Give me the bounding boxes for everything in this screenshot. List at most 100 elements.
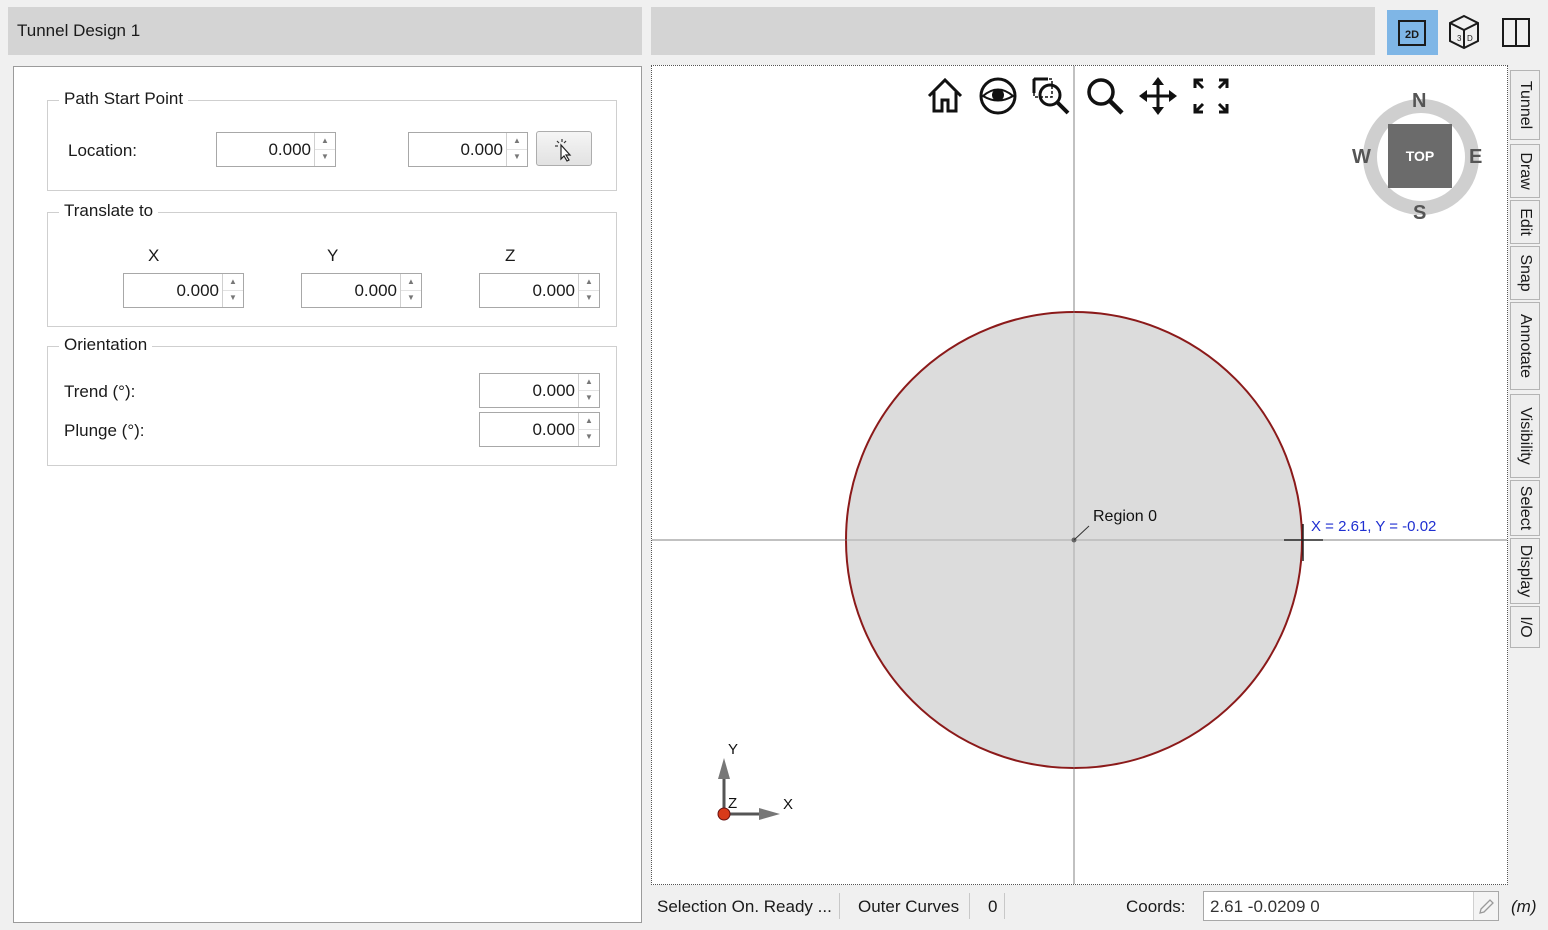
location-a-stepper[interactable]: 0.000 ▲ ▼ xyxy=(216,132,336,167)
tab-label: I/O xyxy=(1517,616,1534,638)
translate-x-value[interactable]: 0.000 xyxy=(176,281,219,301)
stepper-down-icon[interactable]: ▼ xyxy=(315,149,335,165)
tab-select[interactable]: Select xyxy=(1510,480,1540,536)
location-b-value[interactable]: 0.000 xyxy=(460,140,503,160)
location-b-stepper[interactable]: 0.000 ▲ ▼ xyxy=(408,132,528,167)
triad-y-label: Y xyxy=(728,741,738,758)
coords-value[interactable]: 2.61 -0.0209 0 xyxy=(1210,897,1320,917)
outer-curves-count: 0 xyxy=(988,897,998,916)
fit-extents-icon[interactable] xyxy=(1190,75,1232,117)
coords-field[interactable]: 2.61 -0.0209 0 xyxy=(1203,891,1499,921)
compass-east-label[interactable]: E xyxy=(1469,146,1482,169)
tab-label: Select xyxy=(1517,485,1534,531)
stepper-up-icon[interactable]: ▲ xyxy=(579,413,599,430)
pan-icon[interactable] xyxy=(1137,75,1179,117)
tab-display[interactable]: Display xyxy=(1510,538,1540,604)
split-view-icon xyxy=(1502,18,1530,47)
zoom-icon[interactable] xyxy=(1084,75,1126,117)
stepper-down-icon[interactable]: ▼ xyxy=(579,429,599,445)
stepper-down-icon[interactable]: ▼ xyxy=(401,290,421,306)
plunge-value[interactable]: 0.000 xyxy=(532,420,575,440)
view-compass[interactable]: TOP N S W E xyxy=(1352,88,1490,226)
outer-curves-label: Outer Curves xyxy=(858,897,960,916)
compass-top-button[interactable]: TOP xyxy=(1388,124,1452,188)
tab-draw[interactable]: Draw xyxy=(1510,144,1540,198)
translate-y-value[interactable]: 0.000 xyxy=(354,281,397,301)
svg-text:3: 3 xyxy=(1457,34,1462,43)
stepper-down-icon[interactable]: ▼ xyxy=(579,390,599,406)
svg-text:2D: 2D xyxy=(1405,29,1419,41)
location-a-value[interactable]: 0.000 xyxy=(268,140,311,160)
stepper-up-icon[interactable]: ▲ xyxy=(223,274,243,291)
tab-label: Edit xyxy=(1517,208,1534,236)
properties-panel: Path Start Point Location: 0.000 ▲ ▼ 0.0… xyxy=(13,66,642,923)
stepper-up-icon[interactable]: ▲ xyxy=(579,274,599,291)
tab-annotate[interactable]: Annotate xyxy=(1510,302,1540,390)
edit-coords-button[interactable] xyxy=(1473,892,1498,920)
translate-z-stepper[interactable]: 0.000 ▲ ▼ xyxy=(479,273,600,308)
view-2d-button[interactable]: 2D xyxy=(1387,10,1438,55)
group-legend: Path Start Point xyxy=(59,89,189,109)
pick-location-button[interactable] xyxy=(536,131,592,166)
tab-label: Snap xyxy=(1517,254,1534,292)
zoom-window-icon[interactable] xyxy=(1030,75,1072,117)
compass-west-label[interactable]: W xyxy=(1352,146,1371,169)
compass-south-label[interactable]: S xyxy=(1413,202,1426,225)
tab-label: Draw xyxy=(1517,152,1534,190)
x-label: X xyxy=(148,246,160,265)
axis-triad-icon: Y X Z xyxy=(717,741,793,821)
stepper-up-icon[interactable]: ▲ xyxy=(315,133,335,150)
status-bar: Selection On. Ready ... Outer Curves 0 C… xyxy=(651,887,1546,925)
tab-io[interactable]: I/O xyxy=(1510,606,1540,648)
y-label: Y xyxy=(327,246,339,265)
status-separator xyxy=(969,893,970,919)
z-label: Z xyxy=(505,246,516,265)
plunge-label: Plunge (°): xyxy=(64,421,145,440)
units-label: (m) xyxy=(1511,897,1537,916)
stepper-up-icon[interactable]: ▲ xyxy=(507,133,527,150)
3d-view-icon: 3 D xyxy=(1449,14,1479,50)
stepper-down-icon[interactable]: ▼ xyxy=(507,149,527,165)
triad-x-label: X xyxy=(783,796,793,813)
stepper-up-icon[interactable]: ▲ xyxy=(401,274,421,291)
stepper-down-icon[interactable]: ▼ xyxy=(223,290,243,306)
tab-edit[interactable]: Edit xyxy=(1510,200,1540,244)
stepper-down-icon[interactable]: ▼ xyxy=(579,290,599,306)
trend-value[interactable]: 0.000 xyxy=(532,381,575,401)
plunge-stepper[interactable]: 0.000 ▲ ▼ xyxy=(479,412,600,447)
tab-tunnel[interactable]: Tunnel xyxy=(1510,70,1540,140)
region-label: Region 0 xyxy=(1093,508,1157,525)
tab-visibility[interactable]: Visibility xyxy=(1510,394,1540,478)
cursor-readout: X = 2.61, Y = -0.02 xyxy=(1311,518,1436,535)
tab-label: Annotate xyxy=(1517,313,1534,379)
tab-label: Display xyxy=(1517,544,1534,598)
status-separator xyxy=(1004,893,1005,919)
group-legend: Translate to xyxy=(59,201,159,221)
group-legend: Orientation xyxy=(59,335,153,355)
drawing-viewport[interactable]: Region 0 X = 2.61, Y = -0.02 Y X Z TOP N… xyxy=(651,65,1508,885)
compass-north-label[interactable]: N xyxy=(1412,90,1426,113)
tab-snap[interactable]: Snap xyxy=(1510,246,1540,300)
status-separator xyxy=(839,893,840,919)
trend-label: Trend (°): xyxy=(64,382,136,401)
tab-label: Visibility xyxy=(1517,407,1534,465)
view-3d-button[interactable]: 3 D xyxy=(1440,10,1488,55)
coords-label: Coords: xyxy=(1126,897,1186,916)
translate-z-value[interactable]: 0.000 xyxy=(532,281,575,301)
document-title: Tunnel Design 1 xyxy=(17,21,141,40)
stepper-up-icon[interactable]: ▲ xyxy=(579,374,599,391)
split-view-button[interactable] xyxy=(1492,10,1540,55)
triad-z-label: Z xyxy=(728,795,737,812)
translate-x-stepper[interactable]: 0.000 ▲ ▼ xyxy=(123,273,244,308)
home-icon[interactable] xyxy=(924,75,966,117)
tab-label: Tunnel xyxy=(1517,80,1534,130)
eye-icon[interactable] xyxy=(977,75,1019,117)
location-label: Location: xyxy=(68,141,137,160)
translate-y-stepper[interactable]: 0.000 ▲ ▼ xyxy=(301,273,422,308)
status-message: Selection On. Ready ... xyxy=(657,897,832,916)
svg-text:D: D xyxy=(1467,34,1473,43)
cursor-pick-icon xyxy=(555,139,572,162)
trend-stepper[interactable]: 0.000 ▲ ▼ xyxy=(479,373,600,408)
2d-view-icon: 2D xyxy=(1398,20,1426,46)
side-tab-strip: Tunnel Draw Edit Snap Annotate Visibilit… xyxy=(1510,68,1542,648)
